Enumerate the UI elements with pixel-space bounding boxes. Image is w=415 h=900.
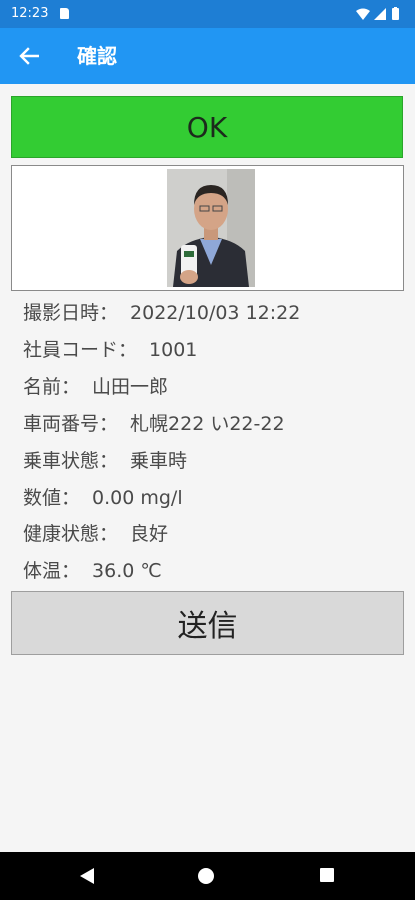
info-value: 良好 bbox=[130, 523, 169, 545]
app-bar: 確認 bbox=[0, 28, 415, 84]
info-value: 札幌222 い22-22 bbox=[130, 413, 285, 435]
system-nav-bar bbox=[0, 852, 415, 900]
ok-button[interactable]: OK bbox=[11, 96, 403, 158]
info-label: 健康状態： bbox=[23, 523, 119, 545]
status-bar: 12:23 bbox=[0, 0, 415, 28]
info-label: 乗車状態： bbox=[23, 450, 119, 472]
status-icons bbox=[356, 7, 399, 20]
info-label: 名前： bbox=[23, 376, 81, 398]
info-value: 乗車時 bbox=[130, 450, 188, 472]
info-label: 撮影日時： bbox=[23, 302, 119, 324]
info-row-reading-value: 数値： 0.00 mg/l bbox=[23, 486, 183, 510]
info-label: 数値： bbox=[23, 487, 81, 509]
person-photo bbox=[167, 169, 255, 287]
back-button[interactable] bbox=[14, 42, 44, 70]
nav-recents-icon[interactable] bbox=[320, 868, 334, 882]
info-label: 体温： bbox=[23, 560, 81, 582]
info-value: 0.00 mg/l bbox=[92, 487, 183, 509]
wifi-icon bbox=[356, 8, 370, 20]
send-button[interactable]: 送信 bbox=[11, 591, 404, 655]
info-row-health-state: 健康状態： 良好 bbox=[23, 522, 168, 546]
photo-illustration bbox=[167, 169, 255, 287]
nav-home-icon[interactable] bbox=[198, 868, 214, 884]
info-row-body-temperature: 体温： 36.0 ℃ bbox=[23, 559, 162, 583]
page-title: 確認 bbox=[77, 44, 117, 68]
sd-card-icon bbox=[60, 8, 69, 19]
info-value: 2022/10/03 12:22 bbox=[130, 302, 301, 324]
signal-icon bbox=[374, 8, 386, 20]
info-label: 社員コード： bbox=[23, 339, 138, 361]
photo-frame bbox=[11, 165, 404, 291]
info-row-vehicle-number: 車両番号： 札幌222 い22-22 bbox=[23, 412, 285, 436]
battery-icon bbox=[392, 8, 399, 20]
arrow-back-icon bbox=[19, 47, 39, 65]
info-row-employee-code: 社員コード： 1001 bbox=[23, 338, 197, 362]
nav-back-icon[interactable] bbox=[78, 866, 96, 886]
info-value: 山田一郎 bbox=[92, 376, 169, 398]
info-value: 1001 bbox=[149, 339, 198, 361]
info-row-shot-datetime: 撮影日時： 2022/10/03 12:22 bbox=[23, 301, 300, 325]
info-value: 36.0 ℃ bbox=[92, 560, 162, 582]
status-time: 12:23 bbox=[11, 6, 49, 21]
info-row-name: 名前： 山田一郎 bbox=[23, 375, 168, 399]
info-row-boarding-state: 乗車状態： 乗車時 bbox=[23, 449, 187, 473]
info-label: 車両番号： bbox=[23, 413, 119, 435]
